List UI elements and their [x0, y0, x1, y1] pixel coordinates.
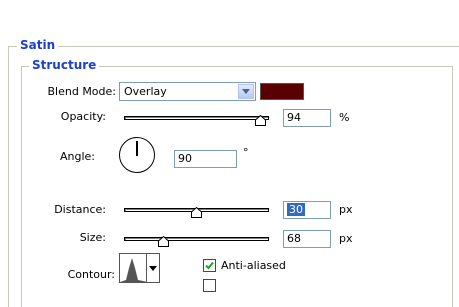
contour-dropdown-button[interactable]: [146, 253, 160, 283]
distance-unit: px: [339, 203, 353, 216]
anti-aliased-label: Anti-aliased: [221, 259, 286, 272]
opacity-unit: %: [339, 111, 350, 124]
distance-label: Distance:: [54, 203, 106, 216]
angle-dial[interactable]: [119, 137, 155, 173]
distance-value: 30: [287, 203, 305, 216]
size-value: 68: [287, 232, 301, 245]
size-slider-track[interactable]: [124, 237, 269, 241]
opacity-value: 94: [287, 111, 301, 124]
size-input[interactable]: 68: [283, 230, 331, 248]
contour-preview[interactable]: [119, 253, 147, 283]
size-unit: px: [339, 232, 353, 245]
structure-section-title: Structure: [29, 58, 100, 72]
contour-label: Contour:: [67, 268, 115, 281]
opacity-label: Opacity:: [60, 110, 106, 123]
checkmark-icon: [205, 261, 214, 270]
invert-checkbox[interactable]: [203, 279, 216, 292]
angle-label: Angle:: [59, 150, 95, 163]
angle-value: 90: [178, 152, 192, 165]
distance-slider-thumb[interactable]: [191, 207, 202, 218]
chevron-down-icon[interactable]: [238, 84, 254, 99]
angle-needle: [136, 141, 138, 156]
blend-mode-value: Overlay: [124, 85, 167, 98]
distance-input[interactable]: 30: [283, 201, 331, 219]
blend-mode-select[interactable]: Overlay: [119, 82, 256, 101]
opacity-slider-track[interactable]: [124, 116, 269, 120]
satin-group-title: Satin: [17, 38, 59, 52]
opacity-slider-thumb[interactable]: [254, 115, 266, 126]
contour-curve-icon: [120, 258, 146, 282]
size-slider-thumb[interactable]: [157, 236, 169, 247]
blend-mode-label: Blend Mode:: [47, 85, 117, 98]
anti-aliased-checkbox[interactable]: [203, 259, 216, 272]
blend-color-swatch[interactable]: [260, 83, 304, 100]
angle-unit: °: [243, 146, 249, 159]
opacity-input[interactable]: 94: [283, 109, 331, 127]
angle-input[interactable]: 90: [174, 150, 237, 168]
size-label: Size:: [79, 231, 106, 244]
